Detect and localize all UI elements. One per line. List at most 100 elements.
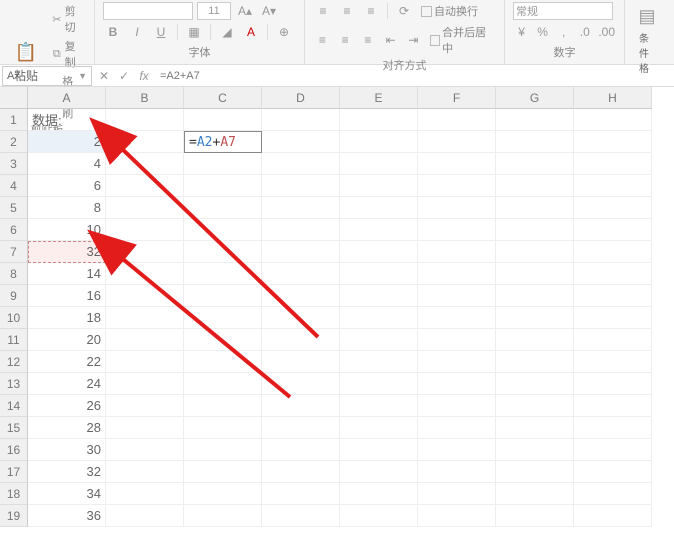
cell-G14[interactable] [496,395,574,417]
row-header[interactable]: 8 [0,263,28,285]
cell-H4[interactable] [574,175,652,197]
phonetic-button[interactable]: ⊕ [274,23,294,41]
cell-E1[interactable] [340,109,418,131]
cell-G3[interactable] [496,153,574,175]
cell-H2[interactable] [574,131,652,153]
cell-B17[interactable] [106,461,184,483]
cell-B2[interactable] [106,131,184,153]
cell-G17[interactable] [496,461,574,483]
cell-E16[interactable] [340,439,418,461]
cell-A4[interactable]: 6 [28,175,106,197]
cell-G6[interactable] [496,219,574,241]
cell-A6[interactable]: 10 [28,219,106,241]
cell-F3[interactable] [418,153,496,175]
cell-G1[interactable] [496,109,574,131]
cell-H9[interactable] [574,285,652,307]
cell-E18[interactable] [340,483,418,505]
cell-E17[interactable] [340,461,418,483]
cell-D3[interactable] [262,153,340,175]
cell-C19[interactable] [184,505,262,527]
row-header[interactable]: 14 [0,395,28,417]
cell-G2[interactable] [496,131,574,153]
cell-E15[interactable] [340,417,418,439]
cell-H16[interactable] [574,439,652,461]
cell-D5[interactable] [262,197,340,219]
cell-F19[interactable] [418,505,496,527]
column-header[interactable]: H [574,87,652,109]
cell-F17[interactable] [418,461,496,483]
cell-B8[interactable] [106,263,184,285]
cell-B7[interactable] [106,241,184,263]
align-left-icon[interactable]: ≡ [313,31,332,49]
cell-B18[interactable] [106,483,184,505]
cell-D11[interactable] [262,329,340,351]
cell-G7[interactable] [496,241,574,263]
cell-D1[interactable] [262,109,340,131]
cell-E5[interactable] [340,197,418,219]
cell-G13[interactable] [496,373,574,395]
cell-F9[interactable] [418,285,496,307]
cell-G18[interactable] [496,483,574,505]
decrease-font-icon[interactable]: A▾ [259,2,279,20]
cell-F14[interactable] [418,395,496,417]
cell-A7[interactable]: 32 [28,241,106,263]
cell-A3[interactable]: 4 [28,153,106,175]
cell-D15[interactable] [262,417,340,439]
row-header[interactable]: 9 [0,285,28,307]
increase-font-icon[interactable]: A▴ [235,2,255,20]
cell-A1[interactable]: 数据: [28,109,106,131]
cell-D12[interactable] [262,351,340,373]
cancel-formula-icon[interactable]: ✕ [94,66,114,86]
cell-E12[interactable] [340,351,418,373]
cell-F18[interactable] [418,483,496,505]
cell-G15[interactable] [496,417,574,439]
currency-icon[interactable]: ¥ [513,23,530,41]
cell-C17[interactable] [184,461,262,483]
cell-D10[interactable] [262,307,340,329]
cell-C1[interactable] [184,109,262,131]
indent-dec-icon[interactable]: ⇤ [381,31,400,49]
cell-H15[interactable] [574,417,652,439]
cell-A2[interactable]: 2 [28,131,106,153]
decimal-dec-icon[interactable]: .00 [597,23,616,41]
underline-button[interactable]: U [151,23,171,41]
decimal-inc-icon[interactable]: .0 [576,23,593,41]
row-header[interactable]: 3 [0,153,28,175]
cell-B6[interactable] [106,219,184,241]
cell-D17[interactable] [262,461,340,483]
cell-H19[interactable] [574,505,652,527]
cell-F5[interactable] [418,197,496,219]
formula-input[interactable]: =A2+A7 [154,70,674,82]
row-header[interactable]: 7 [0,241,28,263]
cell-A16[interactable]: 30 [28,439,106,461]
align-top-icon[interactable]: ≡ [313,2,333,20]
cell-H3[interactable] [574,153,652,175]
cell-B5[interactable] [106,197,184,219]
cell-H18[interactable] [574,483,652,505]
cell-H10[interactable] [574,307,652,329]
cell-B14[interactable] [106,395,184,417]
cell-H14[interactable] [574,395,652,417]
cell-H17[interactable] [574,461,652,483]
cell-A9[interactable]: 16 [28,285,106,307]
column-header[interactable]: A [28,87,106,109]
select-all-corner[interactable] [0,87,28,109]
cell-A10[interactable]: 18 [28,307,106,329]
cell-B13[interactable] [106,373,184,395]
cell-A12[interactable]: 22 [28,351,106,373]
row-header[interactable]: 11 [0,329,28,351]
cell-B9[interactable] [106,285,184,307]
cell-F4[interactable] [418,175,496,197]
cell-A5[interactable]: 8 [28,197,106,219]
cell-C13[interactable] [184,373,262,395]
cell-B12[interactable] [106,351,184,373]
align-right-icon[interactable]: ≡ [359,31,378,49]
font-size-select[interactable] [197,2,231,20]
cell-G11[interactable] [496,329,574,351]
cell-E6[interactable] [340,219,418,241]
cell-B11[interactable] [106,329,184,351]
cell-E14[interactable] [340,395,418,417]
cell-C15[interactable] [184,417,262,439]
cell-E8[interactable] [340,263,418,285]
cell-G10[interactable] [496,307,574,329]
